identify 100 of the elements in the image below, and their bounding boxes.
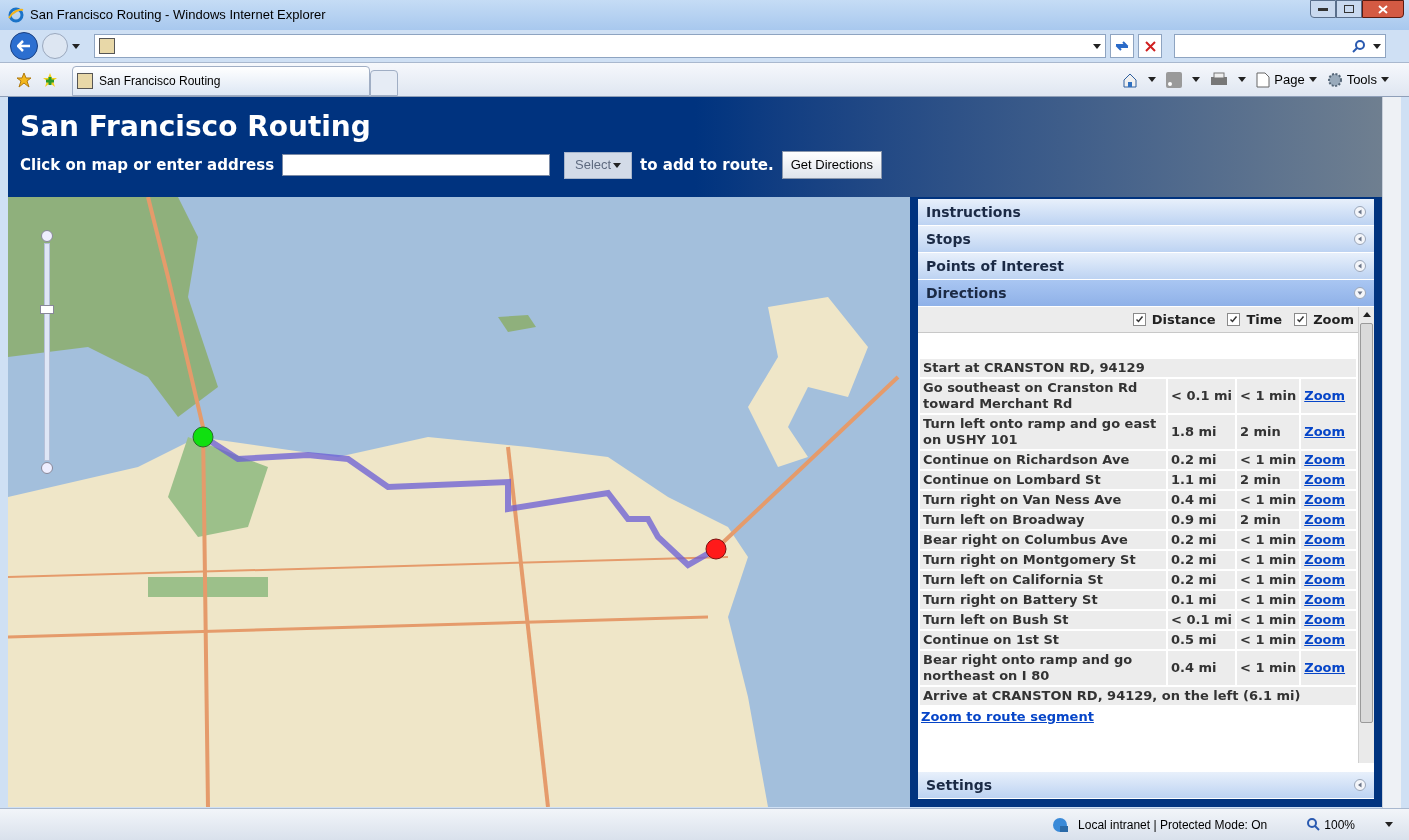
step-text: Continue on 1st St: [920, 631, 1166, 649]
step-time: < 1 min: [1237, 551, 1300, 569]
step-distance: 1.8 mi: [1168, 415, 1235, 449]
step-text: Turn right on Van Ness Ave: [920, 491, 1166, 509]
checkmark-icon: [1296, 315, 1306, 324]
step-time: < 1 min: [1237, 491, 1300, 509]
step-text: Continue on Lombard St: [920, 471, 1166, 489]
step-text: Turn right on Battery St: [920, 591, 1166, 609]
refresh-icon: [1115, 40, 1129, 52]
step-text: Go southeast on Cranston Rd toward Merchant Rd: [920, 379, 1166, 413]
checkbox[interactable]: [1132, 313, 1146, 326]
step-text: Continue on Richardson Ave: [920, 451, 1166, 469]
caret-icon: [1381, 77, 1389, 82]
step-distance: 0.2 mi: [1168, 551, 1235, 569]
step-distance: 0.2 mi: [1168, 531, 1235, 549]
address-bar[interactable]: [94, 34, 1106, 58]
checkbox-label: Time: [1246, 310, 1283, 329]
caret-icon: [1308, 77, 1317, 82]
accordion-header[interactable]: Points of Interest: [918, 253, 1374, 280]
step-time: < 1 min: [1237, 379, 1300, 413]
accordion-header[interactable]: Settings: [918, 772, 1374, 799]
browser-logo-icon: [8, 7, 24, 23]
window-title: San Francisco Routing - Windows Internet Explorer: [30, 6, 326, 25]
get-directions-button[interactable]: Get Directions: [781, 151, 883, 179]
scrollbar[interactable]: [1358, 307, 1374, 763]
close-icon: [1378, 4, 1388, 14]
accordion-header[interactable]: Instructions: [918, 199, 1374, 226]
step-distance: < 0.1 mi: [1168, 611, 1235, 629]
step-distance: 0.2 mi: [1168, 571, 1235, 589]
checkbox-label: Zoom: [1313, 310, 1354, 329]
new-tab-button[interactable]: [370, 70, 398, 96]
scroll-up-icon: [1362, 312, 1371, 317]
caret-icon: [1192, 77, 1201, 82]
step-time: < 1 min: [1237, 571, 1300, 589]
stop-button[interactable]: [1138, 34, 1162, 58]
accordion-header[interactable]: Stops: [918, 226, 1374, 253]
start-marker-icon: [192, 426, 214, 448]
back-button[interactable]: [10, 32, 38, 60]
zoom-level-button[interactable]: 100%: [1307, 815, 1355, 834]
step-time: < 1 min: [1237, 611, 1300, 629]
address-suffix: to add to route.: [640, 154, 774, 176]
checkbox[interactable]: [1227, 313, 1241, 326]
refresh-button[interactable]: [1110, 34, 1134, 58]
step-time: 2 min: [1237, 511, 1300, 529]
magnifier-icon: [1307, 818, 1321, 831]
accordion-header[interactable]: Directions: [918, 280, 1374, 307]
caret-icon: [1385, 822, 1393, 827]
caret-icon: [1238, 77, 1247, 82]
checkmark-icon: [1134, 315, 1144, 324]
checkbox[interactable]: [1294, 313, 1308, 326]
maximize-icon: [1344, 5, 1354, 13]
step-time: < 1 min: [1237, 451, 1300, 469]
step-text: Turn left on California St: [920, 571, 1166, 589]
dropdown-caret-icon: [613, 162, 622, 168]
toolbar-menu-button[interactable]: Tools: [1326, 69, 1389, 90]
browser-tab[interactable]: San Francisco Routing: [72, 66, 370, 96]
minimize-icon: [1318, 7, 1328, 11]
page-scrollbar[interactable]: [1382, 97, 1401, 808]
toolbar-menu-button[interactable]: Page: [1256, 69, 1317, 90]
scroll-thumb[interactable]: [1360, 323, 1373, 723]
start-instruction: Start at CRANSTON RD, 94129: [920, 359, 1356, 377]
home-icon[interactable]: [1122, 71, 1139, 88]
step-distance: 0.2 mi: [1168, 451, 1235, 469]
map-drawing[interactable]: [8, 197, 910, 807]
minimize-button[interactable]: [1310, 0, 1336, 18]
step-text: Bear right on Columbus Ave: [920, 531, 1166, 549]
printer-icon[interactable]: [1210, 71, 1229, 88]
page-favicon: [99, 38, 115, 54]
zoom-slider-thumb[interactable]: [40, 304, 54, 314]
globe-icon: [1052, 816, 1069, 833]
step-time: < 1 min: [1237, 651, 1300, 685]
feed-icon[interactable]: [1166, 71, 1183, 88]
step-distance: 0.4 mi: [1168, 651, 1235, 685]
arrive-instruction: Arrive at CRANSTON RD, 94129, on the left (6.1 mi): [920, 687, 1356, 705]
address-prompt: Click on map or enter address: [20, 154, 275, 176]
step-distance: 0.1 mi: [1168, 591, 1235, 609]
gear-icon: [1326, 71, 1343, 88]
checkbox-label: Distance: [1151, 310, 1216, 329]
step-time: < 1 min: [1237, 631, 1300, 649]
page-icon: [1256, 71, 1271, 88]
close-button[interactable]: [1362, 0, 1404, 18]
route-segment-link[interactable]: Zoom to route segment: [921, 709, 1094, 724]
end-marker-icon: [705, 538, 727, 560]
add-favorite-icon[interactable]: [42, 71, 58, 88]
favorites-star-icon[interactable]: [16, 71, 32, 88]
history-caret-icon: [72, 43, 80, 49]
step-time: 2 min: [1237, 471, 1300, 489]
search-icon: [1352, 39, 1365, 53]
dropdown-caret-icon: [1093, 43, 1101, 49]
address-input[interactable]: [282, 154, 551, 176]
caret-icon: [1148, 77, 1157, 82]
step-text: Turn left onto ramp and go east on USHY 101: [920, 415, 1166, 449]
step-text: Turn right on Montgomery St: [920, 551, 1166, 569]
step-distance: 0.5 mi: [1168, 631, 1235, 649]
checkmark-icon: [1229, 315, 1239, 324]
tab-favicon: [77, 73, 93, 89]
maximize-button[interactable]: [1336, 0, 1362, 18]
step-distance: 0.4 mi: [1168, 491, 1235, 509]
search-field[interactable]: [1174, 34, 1386, 58]
step-text: Turn left on Bush St: [920, 611, 1166, 629]
